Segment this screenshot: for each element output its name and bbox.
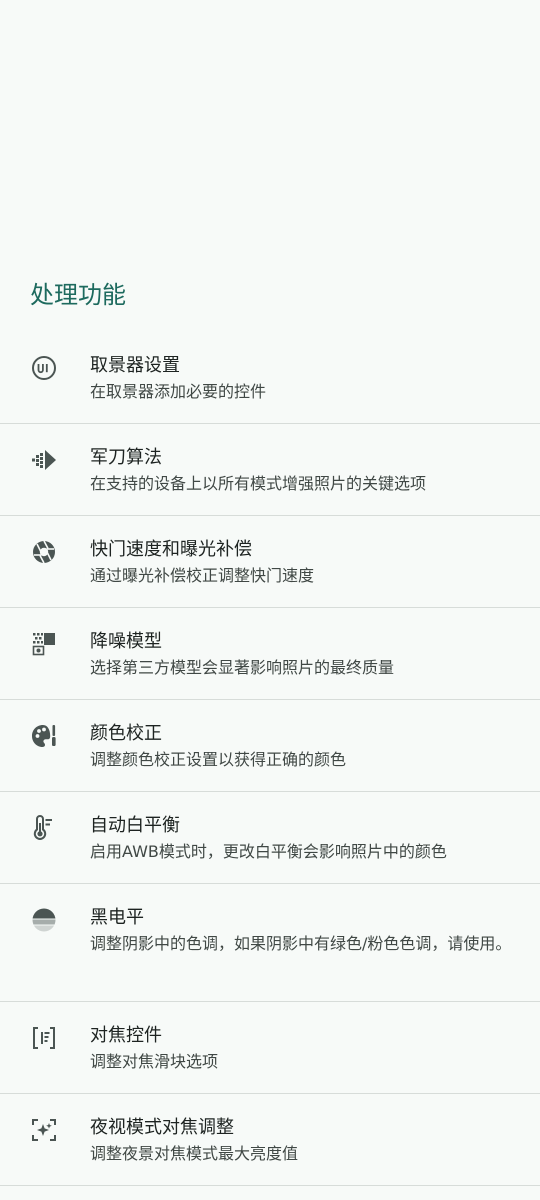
pref-title: 军刀算法 — [90, 447, 162, 468]
pref-auto-white-balance[interactable]: 自动白平衡 启用AWB模式时，更改白平衡会影响照片中的颜色 — [0, 792, 540, 884]
pref-sabre-algorithm[interactable]: 军刀算法 在支持的设备上以所有模式增强照片的关键选项 — [0, 424, 540, 516]
pref-title: 快门速度和曝光补偿 — [90, 539, 252, 560]
preference-list: 取景器设置 在取景器添加必要的控件 军刀算法 在支持的设备上以所有模式增强照片的… — [0, 332, 540, 1186]
pref-summary: 选择第三方模型会显著影响照片的最终质量 — [90, 658, 395, 677]
pref-focus-control[interactable]: 对焦控件 调整对焦滑块选项 — [0, 1002, 540, 1094]
pref-summary: 启用AWB模式时，更改白平衡会影响照片中的颜色 — [90, 842, 447, 861]
pref-title: 自动白平衡 — [90, 815, 180, 836]
pref-noise-model[interactable]: 降噪模型 选择第三方模型会显著影响照片的最终质量 — [0, 608, 540, 700]
noise-model-icon — [30, 630, 58, 658]
pref-title: 颜色校正 — [90, 723, 162, 744]
night-focus-icon — [30, 1116, 58, 1144]
pref-title: 取景器设置 — [90, 355, 180, 376]
section-title: 处理功能 — [30, 281, 126, 309]
pref-title: 夜视模式对焦调整 — [90, 1117, 234, 1138]
pref-title: 对焦控件 — [90, 1025, 162, 1046]
pref-summary: 在支持的设备上以所有模式增强照片的关键选项 — [90, 474, 427, 493]
pref-summary: 调整颜色校正设置以获得正确的颜色 — [90, 750, 347, 769]
palette-icon — [30, 722, 58, 750]
pref-summary: 调整对焦滑块选项 — [90, 1052, 219, 1071]
pref-shutter-exposure[interactable]: 快门速度和曝光补偿 通过曝光补偿校正调整快门速度 — [0, 516, 540, 608]
pref-summary: 在取景器添加必要的控件 — [90, 382, 267, 401]
pref-summary: 调整阴影中的色调，如果阴影中有绿色/粉色色调，请使用。 — [90, 934, 512, 953]
pref-title: 降噪模型 — [90, 631, 162, 652]
pref-title: 黑电平 — [90, 907, 144, 928]
thermometer-icon — [30, 814, 58, 842]
focus-control-icon — [30, 1024, 58, 1052]
pref-night-focus[interactable]: 夜视模式对焦调整 调整夜景对焦模式最大亮度值 — [0, 1094, 540, 1186]
pref-viewfinder-settings[interactable]: 取景器设置 在取景器添加必要的控件 — [0, 332, 540, 424]
black-level-icon — [30, 906, 58, 934]
sabre-arrow-icon — [30, 446, 58, 474]
ui-circle-icon — [30, 354, 58, 382]
pref-summary: 调整夜景对焦模式最大亮度值 — [90, 1144, 299, 1163]
shutter-aperture-icon — [30, 538, 58, 566]
pref-black-level[interactable]: 黑电平 调整阴影中的色调，如果阴影中有绿色/粉色色调，请使用。 — [0, 884, 540, 1002]
pref-color-correction[interactable]: 颜色校正 调整颜色校正设置以获得正确的颜色 — [0, 700, 540, 792]
pref-summary: 通过曝光补偿校正调整快门速度 — [90, 566, 315, 585]
